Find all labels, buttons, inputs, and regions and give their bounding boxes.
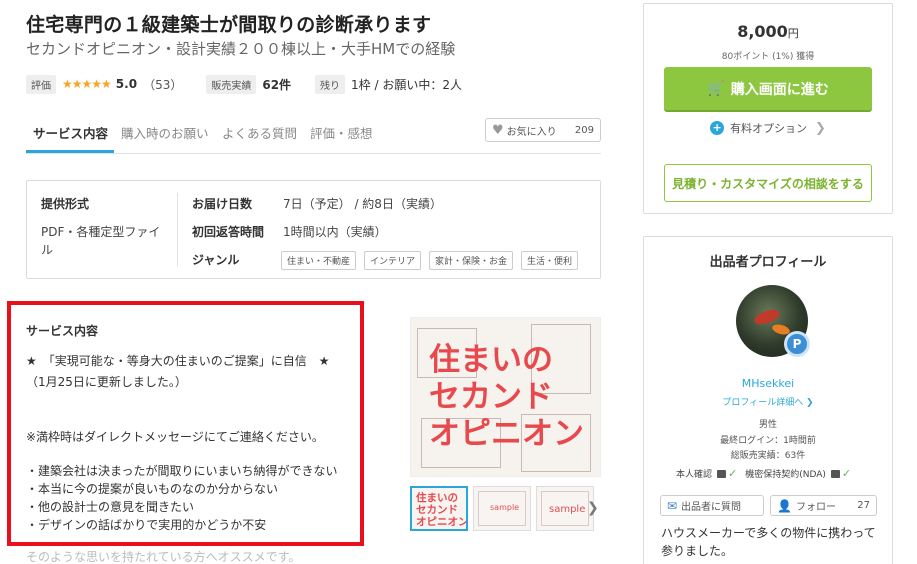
paid-options-link[interactable]: + 有料オプション ❯ <box>644 120 892 136</box>
favorite-button[interactable]: ♥ お気に入り 209 <box>485 118 601 142</box>
delivery-label: お届け日数 <box>192 197 253 211</box>
caption-line: オピニオン <box>416 516 468 528</box>
genre-tag[interactable]: 生活・便利 <box>521 251 579 270</box>
nda-label: 機密保持契約(NDA) <box>745 470 826 480</box>
price-value: 8,000 <box>737 22 788 41</box>
caption-line: 住まいの <box>429 342 553 378</box>
description-faded-line: そのような思いを持たれている方へオススメです。 <box>26 550 301 564</box>
sample-watermark: sample <box>549 504 586 515</box>
description-line: ・デザインの話ばかりで実用的かどうか不安 <box>26 518 267 532</box>
follow-count: 27 <box>857 500 870 511</box>
remaining-chip: 残り <box>315 74 346 94</box>
price: 8,000円 <box>644 22 892 41</box>
remaining-value: 1枠 / お願い中：2人 <box>351 77 462 92</box>
purchase-box: 8,000円 80ポイント (1%) 獲得 🛒 購入画面に進む + 有料オプショ… <box>643 3 893 214</box>
seller-gender: 男性 <box>758 420 777 430</box>
genre-label: ジャンル <box>192 253 240 267</box>
ask-label: 出品者に質問 <box>681 502 742 513</box>
genre-tag[interactable]: インテリア <box>364 251 422 270</box>
chevron-right-icon: ❯ <box>815 120 826 136</box>
caption-line: 住まいの <box>416 492 458 504</box>
tab-service-content[interactable]: サービス内容 <box>33 123 108 142</box>
gallery-thumbnail[interactable]: 住まいの セカンド オピニオン <box>410 486 468 531</box>
profile-title: 出品者プロフィール <box>709 255 827 270</box>
page-subtitle: セカンドオピニオン・設計実績２００棟以上・大手HMでの経験 <box>26 40 456 58</box>
mail-icon: ✉ <box>667 498 678 513</box>
ask-seller-button[interactable]: ✉ 出品者に質問 <box>660 495 764 516</box>
description-line: ※満枠時はダイレクトメッセージにてご連絡ください。 <box>26 430 324 444</box>
thumbnail-caption: 住まいの セカンド オピニオン <box>416 492 468 528</box>
tab-purchase-request[interactable]: 購入時のお願い <box>121 123 209 142</box>
description-line: ・他の設計士の意見を聞きたい <box>26 500 195 514</box>
document-icon <box>830 469 840 478</box>
description-line: ★ 「実現可能な・等身大の住まいのご提案」に自信 ★ <box>26 354 330 368</box>
points-earned: 80ポイント (1%) 獲得 <box>721 52 815 62</box>
price-currency: 円 <box>787 27 799 40</box>
seller-profile-box: 出品者プロフィール P MHsekkei プロフィール詳細へ ❯ 男性 最終ログ… <box>643 236 893 564</box>
gallery-thumbnail[interactable]: sample <box>536 486 594 531</box>
favorite-label: お気に入り <box>506 126 557 138</box>
heart-icon: ♥ <box>492 122 504 138</box>
format-value-line2: ル <box>41 243 54 257</box>
verification-row: 本人確認 ✓ 機密保持契約(NDA) ✓ <box>676 467 859 480</box>
caption-line: オピニオン <box>429 416 584 452</box>
service-tabs: サービス内容 購入時のお願い よくある質問 評価・感想 ♥ お気に入り 209 <box>26 116 601 154</box>
user-plus-icon: 👤 <box>777 498 792 513</box>
reply-label: 初回返答時間 <box>192 225 265 239</box>
service-heading: サービス内容 <box>26 324 99 338</box>
reply-value: 1時間以内（実績） <box>283 225 387 239</box>
sales-chip: 販売実績 <box>206 74 257 94</box>
option-label: 有料オプション <box>730 122 808 135</box>
seller-username[interactable]: MHsekkei <box>644 377 892 390</box>
description-line: ・建築会社は決まったが間取りにいまいち納得ができない <box>26 464 338 478</box>
check-icon: ✓ <box>841 467 852 480</box>
main-service-image[interactable]: 住まいの セカンド オピニオン <box>410 317 601 477</box>
id-card-icon <box>717 469 727 478</box>
rating-chip: 評価 <box>26 74 56 94</box>
format-label: 提供形式 <box>41 197 90 211</box>
rating-value: 5.0 <box>115 77 138 91</box>
caption-line: セカンド <box>416 504 458 516</box>
sales-value: 62件 <box>262 77 292 92</box>
description-line: ・本当に今の提案が良いものなのか分からない <box>26 482 279 496</box>
service-info-box: 提供形式 PDF・各種定型ファイ ル お届け日数 7日（予定） / 約8日（実績… <box>26 180 601 279</box>
description-line: （1月25日に更新しました。） <box>26 375 187 389</box>
delivery-value: 7日（予定） / 約8日（実績） <box>283 197 442 211</box>
service-description-highlight: サービス内容 ★ 「実現可能な・等身大の住まいのご提案」に自信 ★ （1月25日… <box>7 301 364 546</box>
follow-button[interactable]: 👤 フォロー 27 <box>770 495 877 516</box>
caption-line: セカンド <box>429 379 553 415</box>
tab-reviews[interactable]: 評価・感想 <box>310 123 373 142</box>
genre-tag[interactable]: 家計・保険・お金 <box>429 251 514 270</box>
active-tab-indicator <box>26 150 114 153</box>
gallery-next-icon[interactable]: ❯ <box>587 500 599 516</box>
plus-icon: + <box>710 121 725 135</box>
service-meta: 評価 ★★★★★ 5.0 （53） 販売実績 62件 残り 1枠 / お願い中：… <box>26 74 462 94</box>
info-divider <box>177 193 178 267</box>
review-count[interactable]: （53） <box>143 76 182 93</box>
buy-label: 購入画面に進む <box>730 81 829 98</box>
identity-label: 本人確認 <box>676 470 713 480</box>
quote-button[interactable]: 見積り・カスタマイズの相談をする <box>664 164 872 202</box>
check-icon: ✓ <box>728 467 738 480</box>
follow-label: フォロー <box>795 502 836 513</box>
sample-watermark: sample <box>490 503 520 512</box>
star-rating-icon: ★★★★★ <box>62 77 112 91</box>
profile-detail-link[interactable]: プロフィール詳細へ ❯ <box>644 395 892 408</box>
page-title: 住宅専門の１級建築士が間取りの診断承ります <box>26 14 432 36</box>
pro-badge-icon: P <box>784 331 810 357</box>
cart-icon: 🛒 <box>707 80 725 97</box>
format-value-line1: PDF・各種定型ファイ <box>41 225 161 239</box>
seller-last-login: 最終ログイン：1時間前 <box>720 436 816 446</box>
buy-button[interactable]: 🛒 購入画面に進む <box>664 67 872 112</box>
gallery-thumbnail[interactable]: sample <box>473 486 531 531</box>
main-image-caption: 住まいの セカンド オピニオン <box>429 342 584 453</box>
favorite-count: 209 <box>574 124 594 136</box>
tab-faq[interactable]: よくある質問 <box>222 123 297 142</box>
seller-bio: ハウスメーカーで多くの物件に携わって参りました。 <box>661 526 876 558</box>
seller-total-sales: 総販売実績：63件 <box>730 451 806 461</box>
genre-tag[interactable]: 住まい・不動産 <box>281 251 357 270</box>
